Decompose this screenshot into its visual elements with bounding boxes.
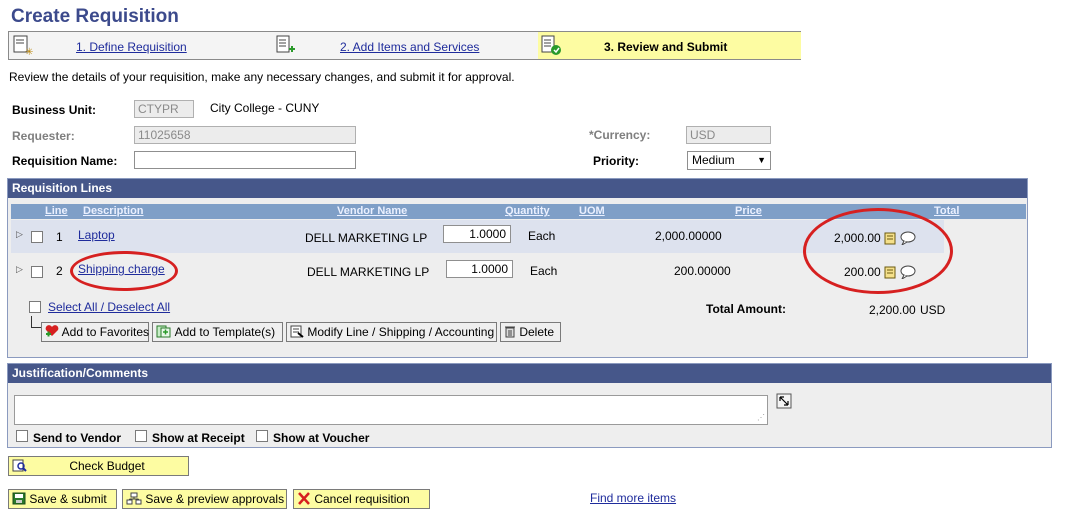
requisition-name-input[interactable] [134,151,356,169]
cancel-requisition-button[interactable]: Cancel requisition [293,489,430,509]
define-requisition-icon: ✳ [12,34,34,59]
col-total[interactable]: Total [934,205,959,217]
col-uom[interactable]: UOM [579,205,605,217]
currency-field: USD [686,126,771,144]
priority-select-value: Medium [692,153,735,167]
chevron-down-icon: ▼ [757,155,766,165]
requester-label: Requester: [12,129,75,143]
priority-select[interactable]: Medium ▼ [687,151,771,170]
intro-text: Review the details of your requisition, … [9,70,515,84]
total-amount-label: Total Amount: [706,302,786,316]
send-to-vendor-checkbox[interactable] [16,430,28,442]
show-at-voucher-label: Show at Voucher [273,431,370,445]
line-description-link[interactable]: Laptop [78,228,115,242]
line-price: 200.00000 [674,264,731,278]
line-number: 2 [56,264,63,278]
show-at-voucher-checkbox[interactable] [256,430,268,442]
page-title: Create Requisition [11,6,179,27]
justification-panel: Justification/Comments ⋰ Send to Vendor … [7,363,1052,448]
review-submit-icon [540,34,562,59]
col-vendor-name[interactable]: Vendor Name [337,205,407,217]
find-more-items-link[interactable]: Find more items [590,491,676,505]
annotation-circle-total [803,208,953,294]
select-all-checkbox[interactable] [29,301,41,313]
col-description[interactable]: Description [83,205,144,217]
save-preview-button[interactable]: Save & preview approvals [122,489,287,509]
template-icon [156,325,172,341]
show-at-receipt-checkbox[interactable] [135,430,147,442]
check-budget-label: Check Budget [69,459,145,474]
step-review-submit: 3. Review and Submit [604,40,728,54]
check-budget-button[interactable]: Check Budget [8,456,189,476]
business-unit-description: City College - CUNY [210,101,320,115]
col-price[interactable]: Price [735,205,762,217]
col-quantity[interactable]: Quantity [505,205,550,217]
save-submit-button[interactable]: Save & submit [8,489,117,509]
annotation-circle-description [70,251,178,291]
quantity-input[interactable]: 1.0000 [446,260,513,278]
tree-connector [31,316,41,328]
expand-textarea-icon[interactable] [776,393,792,412]
magnifier-icon [12,459,28,475]
requisition-lines-header: Requisition Lines [8,179,1027,198]
requester-field: 11025658 [134,126,356,144]
step-bar: ✳ 1. Define Requisition 2. Add Items and… [8,31,801,60]
cancel-requisition-label: Cancel requisition [314,492,410,507]
save-submit-label: Save & submit [29,492,107,507]
step-define-requisition[interactable]: 1. Define Requisition [76,40,187,54]
modify-icon [290,325,304,341]
add-to-favorites-label: Add to Favorites [61,325,150,339]
step-add-items[interactable]: 2. Add Items and Services [340,40,479,54]
row-select-checkbox[interactable] [31,231,43,243]
total-amount-currency: USD [920,303,946,317]
comments-textarea[interactable] [14,395,768,425]
send-to-vendor-label: Send to Vendor [33,431,122,445]
line-vendor: DELL MARKETING LP [307,265,430,279]
currency-label: *Currency: [589,128,651,142]
close-icon [297,492,311,508]
row-select-checkbox[interactable] [31,266,43,278]
add-items-icon [275,34,297,59]
heart-icon [45,325,59,340]
add-to-template-label: Add to Template(s) [174,325,276,340]
show-at-receipt-label: Show at Receipt [152,431,245,445]
line-uom: Each [530,264,558,278]
svg-text:✳: ✳ [25,47,33,56]
delete-button[interactable]: Delete [500,322,561,342]
select-all-link[interactable]: Select All / Deselect All [48,300,170,314]
add-to-favorites-button[interactable]: Add to Favorites [41,322,149,342]
save-preview-label: Save & preview approvals [145,492,285,507]
priority-label: Priority: [593,154,640,168]
quantity-input[interactable]: 1.0000 [443,225,511,243]
line-price: 2,000.00000 [655,229,722,243]
requisition-name-label: Requisition Name: [12,154,118,168]
business-unit-field: CTYPR [134,100,194,118]
resize-grip-icon[interactable]: ⋰ [757,413,765,422]
business-unit-label: Business Unit: [12,103,97,117]
total-amount-value: 2,200.00 [869,303,916,317]
col-line[interactable]: Line [45,205,68,217]
delete-label: Delete [519,325,555,340]
add-to-template-button[interactable]: Add to Template(s) [152,322,283,342]
line-uom: Each [528,229,556,243]
save-icon [12,492,26,508]
trash-icon [504,325,516,341]
line-vendor: DELL MARKETING LP [305,231,428,245]
expand-row-icon[interactable]: ▷ [16,229,23,240]
approvals-icon [126,492,142,508]
modify-line-button[interactable]: Modify Line / Shipping / Accounting [286,322,497,342]
justification-header: Justification/Comments [8,364,1051,383]
line-number: 1 [56,230,63,244]
expand-row-icon[interactable]: ▷ [16,264,23,275]
modify-line-label: Modify Line / Shipping / Accounting [307,325,495,340]
